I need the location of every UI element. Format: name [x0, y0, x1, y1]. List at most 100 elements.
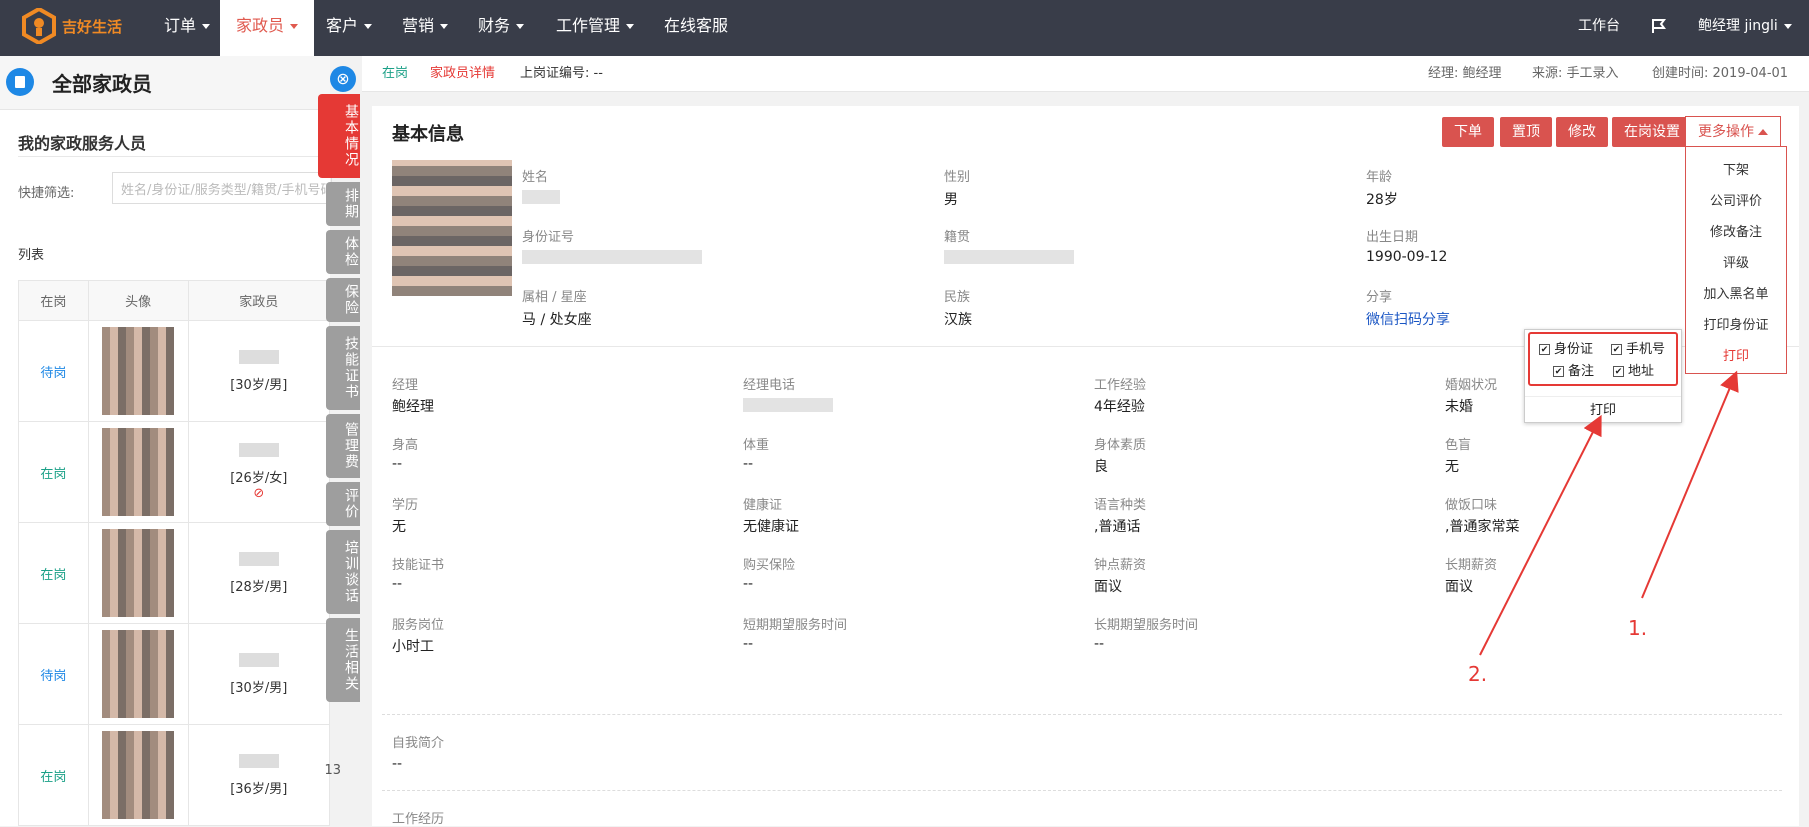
nav-label: 工作管理 [556, 16, 621, 35]
caret-down-icon [202, 24, 211, 29]
status-cell: 在岗 [18, 421, 89, 523]
workbench-link[interactable]: 工作台 [1578, 0, 1620, 56]
checkbox-phone[interactable]: ✔ 手机号 [1611, 338, 1665, 357]
field-label: 身份证号 [522, 230, 575, 245]
avatar[interactable] [102, 630, 175, 718]
table-row[interactable]: 在岗 [26岁/女] ⊘ [18, 421, 331, 523]
field-label: 钟点薪资 [1094, 558, 1147, 573]
sidebar: 全部家政员 我的家政服务人员 快捷筛选: 姓名/身份证/服务类型/籍贯/手机号码… [0, 56, 341, 826]
tab-review[interactable]: 评价 [326, 482, 360, 526]
nav-work-management[interactable]: 工作管理 [542, 0, 648, 56]
order-button[interactable]: 下单 [1442, 117, 1494, 147]
brand-logo[interactable]: 吉好生活 [22, 8, 122, 44]
avatar[interactable] [102, 428, 175, 516]
nav-label: 订单 [164, 16, 197, 35]
menu-item-rating[interactable]: 评级 [1686, 252, 1786, 271]
field-label: 服务岗位 [392, 618, 445, 633]
col-header-avatar: 头像 [87, 280, 189, 321]
tab-training[interactable]: 培训谈话 [326, 530, 360, 614]
field-value: 面议 [1094, 579, 1122, 595]
tab-schedule[interactable]: 排期 [326, 182, 360, 226]
edit-button[interactable]: 修改 [1556, 117, 1608, 147]
field-value: -- [743, 636, 754, 652]
col-header-name: 家政员 [187, 280, 331, 321]
avatar-cell [87, 623, 189, 725]
user-name: 鲍经理 jingli [1698, 18, 1778, 34]
tab-life[interactable]: 生活相关 [326, 618, 360, 702]
check-icon: ✔ [1613, 366, 1624, 377]
close-icon[interactable]: ⊗ [330, 66, 356, 92]
flag-icon[interactable] [1650, 0, 1668, 56]
avatar[interactable] [102, 731, 175, 819]
annotation-two: 2. [1468, 662, 1488, 686]
field-label: 婚姻状况 [1445, 378, 1498, 393]
field-label: 分享 [1366, 290, 1393, 305]
print-confirm-button[interactable]: 打印 [1525, 396, 1681, 418]
age-gender: [30岁/男] [230, 680, 288, 696]
name-blur [238, 753, 279, 768]
pin-top-button[interactable]: 置顶 [1500, 117, 1552, 147]
duty-settings-button[interactable]: 在岗设置 [1612, 117, 1692, 147]
menu-item-print-id[interactable]: 打印身份证 [1686, 314, 1786, 333]
field-label: 健康证 [743, 498, 783, 513]
table-row[interactable]: 待岗 [30岁/男] [18, 320, 331, 422]
sidebar-title: 全部家政员 [52, 72, 152, 96]
age-gender: [26岁/女] [230, 471, 288, 486]
nav-finance[interactable]: 财务 [464, 0, 538, 56]
age-gender: [30岁/男] [230, 377, 288, 393]
nav-marketing[interactable]: 营销 [388, 0, 462, 56]
checkbox-note[interactable]: ✔ 备注 [1553, 360, 1594, 379]
table-row[interactable]: 在岗 [28岁/男] [18, 522, 331, 624]
field-value: -- [743, 456, 754, 472]
menu-item-company-review[interactable]: 公司评价 [1686, 190, 1786, 209]
field-label: 经理电话 [743, 378, 796, 393]
info-cell: [28岁/男] [187, 522, 331, 624]
detail-link[interactable]: 家政员详情 [430, 56, 495, 92]
menu-item-offshelf[interactable]: 下架 [1686, 159, 1786, 178]
card-title: 基本信息 [392, 124, 464, 145]
menu-item-print[interactable]: 打印 [1686, 345, 1786, 364]
phone-blur [743, 398, 833, 412]
table-row[interactable]: 待岗 [30岁/男] [18, 623, 331, 725]
status-cell: 待岗 [18, 623, 89, 725]
share-link[interactable]: 微信扫码分享 [1366, 309, 1450, 329]
nav-orders[interactable]: 订单 [150, 0, 224, 56]
nav-label: 家政员 [236, 16, 285, 35]
divider [382, 714, 1782, 715]
checkbox-id-card[interactable]: ✔ 身份证 [1539, 338, 1593, 357]
menu-item-blacklist[interactable]: 加入黑名单 [1686, 283, 1786, 302]
list-label: 列表 [18, 248, 45, 263]
top-navbar: 吉好生活 订单 家政员 客户 营销 财务 工作管理 在线客服 工作台 鲍经理 j… [0, 0, 1809, 56]
main-panel: 在岗 家政员详情 上岗证编号: -- 经理: 鲍经理 来源: 手工录入 创建时间… [362, 56, 1809, 827]
nav-customers[interactable]: 客户 [312, 0, 386, 56]
field-label: 色盲 [1445, 438, 1472, 453]
tab-insurance[interactable]: 保险 [326, 278, 360, 322]
field-value: 良 [1094, 459, 1108, 475]
check-icon: ✔ [1539, 344, 1550, 355]
info-cell: [26岁/女] ⊘ [187, 421, 331, 523]
field-label: 籍贯 [944, 230, 971, 245]
checkbox-address[interactable]: ✔ 地址 [1613, 360, 1654, 379]
field-label: 身高 [392, 438, 419, 453]
field-value: -- [1094, 636, 1105, 652]
avatar[interactable] [102, 327, 175, 415]
print-popover: ✔ 身份证 ✔ 手机号 ✔ 备注 ✔ 地址 打印 [1524, 329, 1682, 423]
annotation-one: 1. [1628, 616, 1648, 640]
nav-online-service[interactable]: 在线客服 [650, 0, 742, 56]
intro-value: -- [392, 756, 403, 772]
more-actions-button[interactable]: 更多操作 [1685, 116, 1782, 148]
info-cell: [30岁/男] [187, 623, 331, 725]
tab-basic[interactable]: 基本情况 [318, 94, 360, 178]
table-row[interactable]: 在岗 [36岁/男] 13 [18, 724, 341, 826]
name-blur [238, 652, 279, 667]
nav-housekeepers[interactable]: 家政员 [220, 0, 315, 56]
tab-checkup[interactable]: 体检 [326, 230, 360, 274]
age-gender: [28岁/男] [230, 579, 288, 595]
tab-management-fee[interactable]: 管理费 [326, 414, 360, 478]
avatar[interactable] [102, 529, 175, 617]
user-menu[interactable]: 鲍经理 jingli [1698, 0, 1792, 56]
menu-item-edit-note[interactable]: 修改备注 [1686, 221, 1786, 240]
quick-filter-input[interactable]: 姓名/身份证/服务类型/籍贯/手机号码 [112, 172, 332, 204]
tab-skill-cert[interactable]: 技能证书 [326, 326, 360, 410]
filter-label: 快捷筛选: [18, 186, 75, 201]
